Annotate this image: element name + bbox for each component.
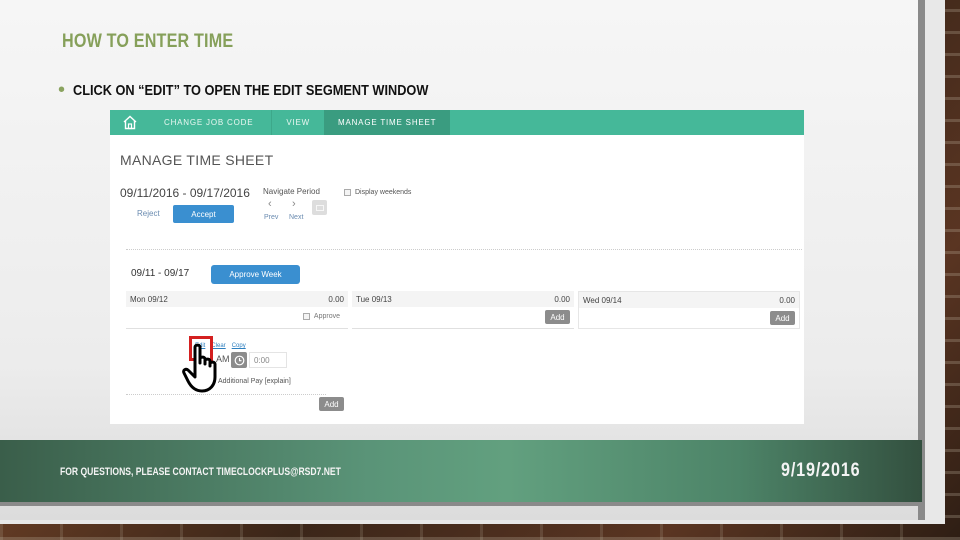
time-input[interactable]: 0:00 — [249, 352, 287, 368]
calendar-button[interactable] — [312, 200, 327, 215]
bullet-item: • CLICK ON “EDIT” TO OPEN THE EDIT SEGME… — [58, 80, 491, 100]
pointer-hand-icon — [182, 343, 217, 393]
next-label[interactable]: Next — [289, 214, 303, 221]
prev-label[interactable]: Prev — [264, 214, 278, 221]
day-card-mon: Mon 09/12 0.00 Approve — [126, 291, 348, 329]
footer-date: 9/19/2016 — [781, 460, 861, 481]
clock-icon — [234, 355, 244, 365]
add-segment-button[interactable]: Add — [319, 397, 344, 411]
day-label: Tue 09/13 — [356, 294, 392, 304]
nav-home-button[interactable] — [110, 110, 150, 135]
navigate-period-label: Navigate Period — [263, 187, 320, 196]
bullet-text: CLICK ON “EDIT” TO OPEN THE EDIT SEGMENT… — [73, 81, 429, 99]
calendar-icon — [315, 204, 324, 211]
display-weekends-option[interactable]: Display weekends — [344, 189, 411, 196]
day-label: Mon 09/12 — [130, 294, 168, 304]
approve-day-option[interactable]: Approve — [302, 313, 340, 320]
clock-button[interactable] — [231, 352, 247, 368]
footer-bar: FOR QUESTIONS, PLEASE CONTACT TIMECLOCKP… — [0, 440, 922, 502]
day-total: 0.00 — [554, 294, 570, 304]
approve-day-label: Approve — [313, 313, 340, 320]
nav-view[interactable]: VIEW — [271, 110, 324, 135]
day-header: Wed 09/14 0.00 — [579, 292, 799, 308]
top-nav: CHANGE JOB CODE VIEW MANAGE TIME SHEET — [110, 110, 804, 135]
approve-week-button[interactable]: Approve Week — [211, 265, 300, 284]
day-total: 0.00 — [328, 294, 344, 304]
day-label: Wed 09/14 — [583, 295, 622, 305]
approve-day-checkbox[interactable] — [302, 313, 310, 320]
add-button[interactable]: Add — [770, 311, 795, 325]
day-card-wed: Wed 09/14 0.00 Add — [578, 291, 800, 329]
slide-title: HOW TO ENTER TIME — [62, 31, 234, 52]
accept-button[interactable]: Accept — [173, 205, 234, 223]
nav-manage-time-sheet[interactable]: MANAGE TIME SHEET — [324, 110, 451, 135]
period-range: 09/11/2016 - 09/17/2016 — [120, 186, 250, 200]
page-title: MANAGE TIME SHEET — [120, 152, 274, 168]
week-range: 09/11 - 09/17 — [131, 268, 190, 279]
reject-link[interactable]: Reject — [137, 209, 160, 218]
additional-pay-text: Additional Pay [explain] — [218, 378, 291, 385]
slide: HOW TO ENTER TIME • CLICK ON “EDIT” TO O… — [0, 0, 922, 520]
footer-contact: FOR QUESTIONS, PLEASE CONTACT TIMECLOCKP… — [60, 466, 341, 478]
display-weekends-label: Display weekends — [355, 189, 412, 196]
bullet-dot-icon: • — [58, 79, 66, 101]
timesheet-screenshot: CHANGE JOB CODE VIEW MANAGE TIME SHEET M… — [110, 110, 804, 424]
day-card-tue: Tue 09/13 0.00 Add — [352, 291, 574, 329]
display-weekends-checkbox[interactable] — [344, 189, 351, 196]
add-button[interactable]: Add — [545, 310, 570, 324]
nav-change-job-code[interactable]: CHANGE JOB CODE — [150, 110, 271, 135]
home-icon — [123, 115, 137, 130]
divider — [126, 394, 326, 395]
day-header: Mon 09/12 0.00 — [126, 291, 348, 307]
prev-arrow-icon[interactable]: ‹ — [268, 198, 272, 210]
divider — [126, 249, 802, 250]
day-header: Tue 09/13 0.00 — [352, 291, 574, 307]
copy-link[interactable]: Copy — [232, 343, 246, 349]
next-arrow-icon[interactable]: › — [292, 198, 296, 210]
day-total: 0.00 — [779, 295, 795, 305]
